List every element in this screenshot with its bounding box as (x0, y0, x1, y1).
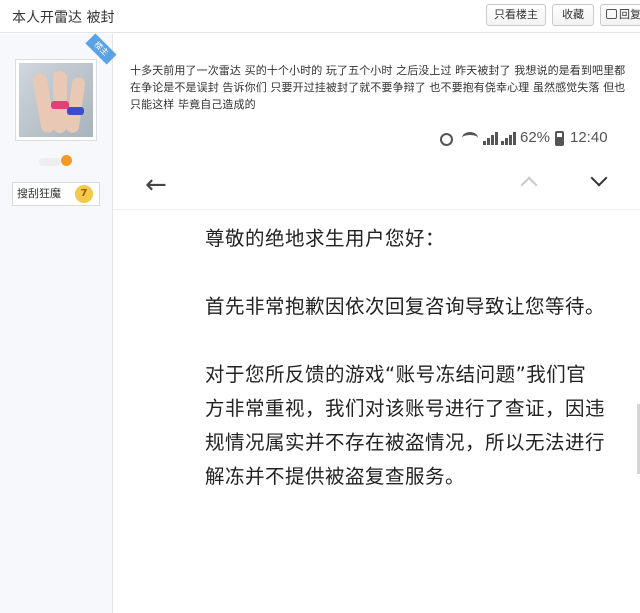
chevron-up-icon[interactable] (519, 172, 539, 194)
author-column: 楼主 搜刮狂魔 7 (0, 33, 117, 613)
phone-status-bar: 62% 12:40 (113, 124, 640, 154)
signal-icon (483, 132, 499, 145)
reply-button[interactable]: 回复 (600, 4, 640, 26)
thread-header: 本人开雷达 被封 只看楼主 收藏 回复 (0, 0, 640, 33)
avatar[interactable] (15, 59, 97, 141)
mail-navbar: ← (113, 164, 640, 210)
back-arrow-icon[interactable]: ← (145, 172, 167, 198)
mail-paragraph: 对于您所反馈的游戏“账号冻结问题”我们官方非常重视，我们对该账号进行了查证，因违… (205, 363, 606, 488)
pumpkin-icon (61, 155, 72, 166)
reply-label: 回复 (619, 8, 640, 21)
post-text: 十多天前用了一次雷达 买的十个小时的 玩了五个小时 之后没上过 昨天被封了 我想… (130, 64, 626, 111)
battery-percent: 62% (520, 129, 551, 146)
mail-body: 尊敬的绝地求生用户您好： 首先非常抱歉因依次回复咨询导致让您等待。 对于您所反馈… (205, 222, 605, 528)
username: 搜刮狂魔 (17, 187, 61, 200)
member-icon (39, 158, 61, 166)
avatar-image (19, 63, 93, 137)
alarm-icon (440, 133, 453, 146)
chevron-down-icon[interactable] (589, 169, 609, 190)
only-op-button[interactable]: 只看楼主 (486, 4, 546, 26)
reply-icon (606, 9, 617, 19)
embedded-screenshot: 62% 12:40 ← 尊敬的绝地求生用户您好： 首先非常抱歉因依次回复咨询导致… (113, 124, 640, 613)
signal-icon (501, 132, 517, 145)
thread-title: 本人开雷达 被封 (12, 10, 115, 26)
favorite-button[interactable]: 收藏 (552, 4, 594, 26)
wifi-icon (462, 132, 478, 144)
mail-paragraph: 首先非常抱歉因依次回复咨询导致让您等待。 (205, 295, 606, 318)
mail-greeting: 尊敬的绝地求生用户您好： (205, 227, 446, 250)
battery-icon (555, 131, 564, 146)
level-badge: 7 (75, 185, 93, 203)
username-tag[interactable]: 搜刮狂魔 7 (12, 182, 100, 206)
clock: 12:40 (570, 129, 608, 146)
